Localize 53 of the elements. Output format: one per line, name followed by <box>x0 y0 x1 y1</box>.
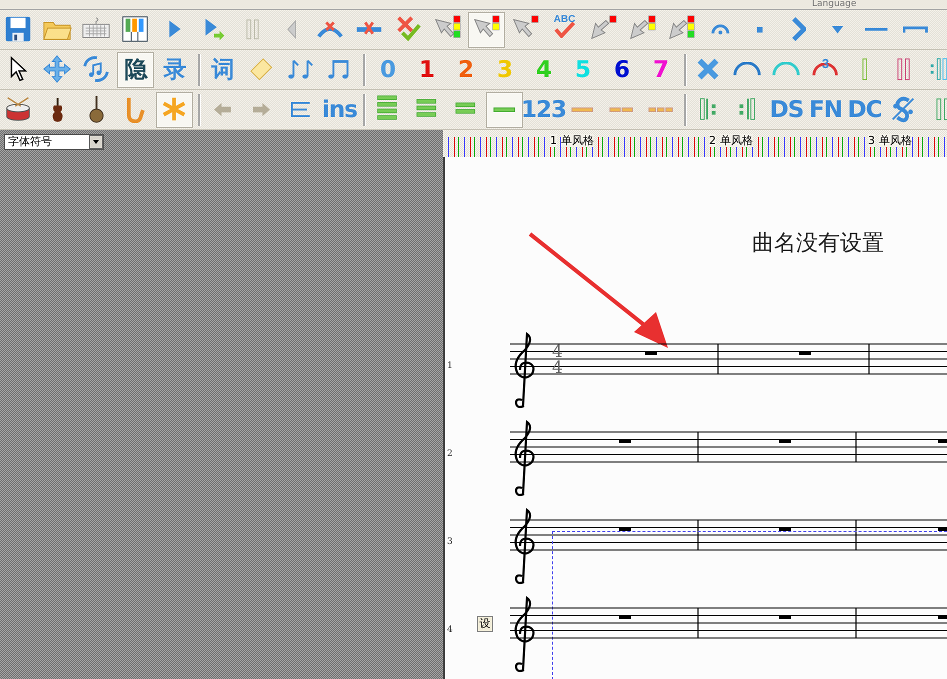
style-label: 单风格 <box>879 134 912 147</box>
measure-number: 1 <box>550 134 557 147</box>
triangle-icon <box>830 24 844 34</box>
pause-icon <box>246 19 260 40</box>
measure-number: 2 <box>709 134 716 147</box>
toolbar-button[interactable]: ins <box>321 92 358 128</box>
barline-icon <box>862 58 868 81</box>
string-instrument-icon <box>88 95 104 124</box>
fermata-icon <box>711 24 730 36</box>
line-number: 2 <box>446 449 454 461</box>
dash-icon <box>571 106 594 112</box>
dashes-icon <box>648 106 674 112</box>
lines-icon <box>290 102 310 118</box>
dash-icon <box>864 27 889 32</box>
toolbar-button[interactable]: 隐 <box>117 52 154 88</box>
left-arrow-icon <box>214 102 231 116</box>
set-button[interactable]: 设 <box>477 616 493 632</box>
arc-icon <box>733 62 762 77</box>
score-title: 曲名没有设置 <box>751 230 885 258</box>
chevron-icon <box>790 16 806 43</box>
move-icon <box>42 54 73 85</box>
toolbar-button[interactable]: 1 <box>408 52 445 88</box>
eraser-icon <box>250 58 273 81</box>
toolbar-button[interactable]: 录 <box>156 52 193 88</box>
toolbar-button[interactable]: 4 <box>525 52 562 88</box>
line-number: 3 <box>446 537 454 549</box>
style-label: 单风格 <box>561 134 594 147</box>
double-barline-icon <box>936 98 947 121</box>
line-number: 4 <box>446 625 454 637</box>
saxophone-icon <box>126 96 145 124</box>
toolbar-button[interactable]: 7 <box>642 52 679 88</box>
caret-icon <box>89 135 103 149</box>
toolbar-button[interactable]: DS <box>768 92 805 128</box>
toolbar-button[interactable]: 6 <box>603 52 640 88</box>
toolbar-button[interactable]: 词 <box>204 52 241 88</box>
style-label: 单风格 <box>720 134 753 147</box>
dash-icon <box>493 106 516 112</box>
bracket-icon <box>903 26 928 34</box>
toolbar-button[interactable]: DC <box>846 92 883 128</box>
measure-number: 3 <box>868 134 875 147</box>
dashes-icon <box>609 106 634 112</box>
left-triangle-icon <box>286 20 296 39</box>
dropdown-field[interactable]: 字体符号 <box>4 134 104 150</box>
check-icon <box>554 21 576 38</box>
toolbar-button[interactable]: FN <box>807 92 844 128</box>
stacked-bars-icon <box>416 99 437 120</box>
line-number: 1 <box>446 361 454 373</box>
double-barline-icon <box>896 58 910 81</box>
toolbar-button[interactable]: 0 <box>369 52 406 88</box>
arc-icon <box>772 62 801 77</box>
violin-icon <box>52 96 64 122</box>
toolbar-button[interactable]: ABC <box>546 12 583 48</box>
toolbar-button[interactable]: 2 <box>447 52 484 88</box>
